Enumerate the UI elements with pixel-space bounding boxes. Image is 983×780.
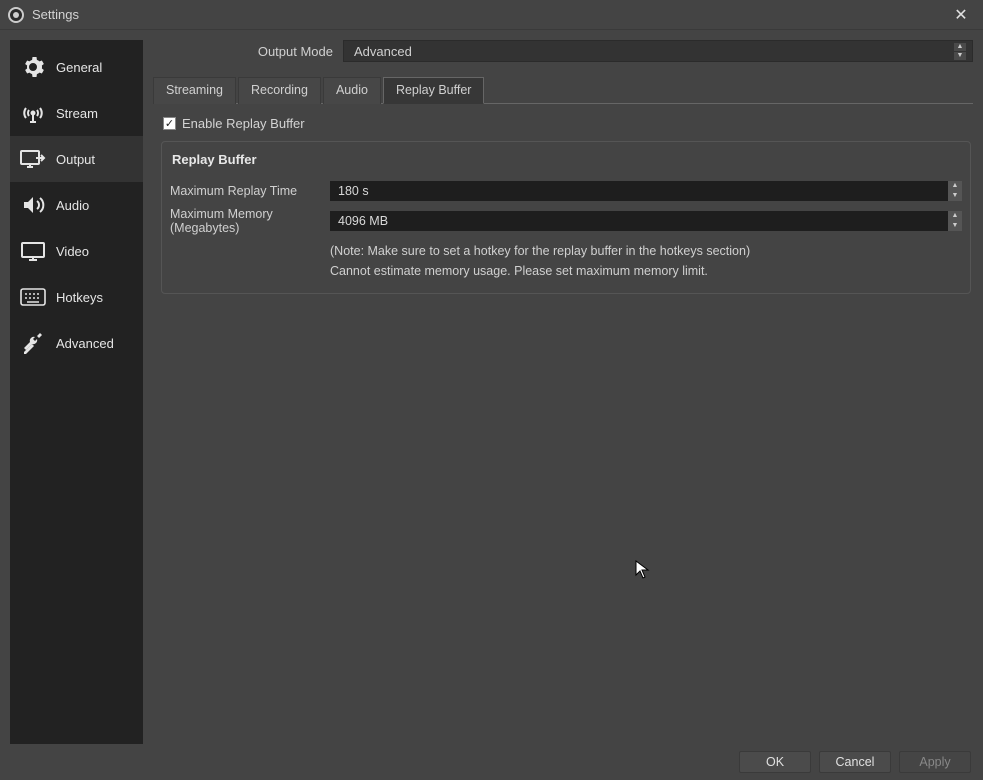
cancel-button[interactable]: Cancel — [819, 751, 891, 773]
max-replay-time-label: Maximum Replay Time — [170, 184, 322, 198]
obs-icon — [8, 7, 24, 23]
sidebar-item-advanced[interactable]: Advanced — [10, 320, 143, 366]
sidebar-item-label: General — [56, 60, 102, 75]
tab-streaming[interactable]: Streaming — [153, 77, 236, 104]
chevron-updown-icon: ▲▼ — [954, 43, 966, 60]
enable-replay-row[interactable]: ✓ Enable Replay Buffer — [161, 116, 971, 131]
speaker-icon — [20, 192, 46, 218]
max-memory-row: Maximum Memory (Megabytes) 4096 MB ▲▼ — [170, 207, 962, 235]
sidebar-item-label: Video — [56, 244, 89, 259]
spin-updown-icon[interactable]: ▲▼ — [948, 181, 962, 201]
replay-buffer-group: Replay Buffer Maximum Replay Time 180 s … — [161, 141, 971, 294]
monitor-icon — [20, 238, 46, 264]
sidebar-item-video[interactable]: Video — [10, 228, 143, 274]
output-mode-label: Output Mode — [153, 44, 333, 59]
antenna-icon — [20, 100, 46, 126]
settings-sidebar: General Stream Output Audio Video — [10, 40, 143, 744]
sidebar-item-label: Stream — [56, 106, 98, 121]
replay-note: (Note: Make sure to set a hotkey for the… — [330, 241, 962, 261]
output-icon — [20, 146, 46, 172]
replay-buffer-panel: ✓ Enable Replay Buffer Replay Buffer Max… — [153, 104, 973, 294]
output-mode-select[interactable]: Advanced ▲▼ — [343, 40, 973, 62]
sidebar-item-output[interactable]: Output — [10, 136, 143, 182]
sidebar-item-audio[interactable]: Audio — [10, 182, 143, 228]
ok-button[interactable]: OK — [739, 751, 811, 773]
close-button[interactable]: ✕ — [947, 5, 975, 25]
sidebar-item-label: Audio — [56, 198, 89, 213]
max-replay-time-input[interactable]: 180 s ▲▼ — [330, 181, 962, 201]
tab-audio[interactable]: Audio — [323, 77, 381, 104]
tab-recording[interactable]: Recording — [238, 77, 321, 104]
dialog-footer: OK Cancel Apply — [0, 744, 983, 780]
replay-buffer-group-title: Replay Buffer — [170, 152, 962, 181]
tab-replay-buffer[interactable]: Replay Buffer — [383, 77, 485, 104]
window-title: Settings — [32, 7, 79, 22]
max-memory-label: Maximum Memory (Megabytes) — [170, 207, 322, 235]
output-mode-value: Advanced — [354, 44, 412, 59]
titlebar: Settings ✕ — [0, 0, 983, 30]
enable-replay-label: Enable Replay Buffer — [182, 116, 305, 131]
gear-icon — [20, 54, 46, 80]
tools-icon — [20, 330, 46, 356]
keyboard-icon — [20, 284, 46, 310]
sidebar-item-label: Output — [56, 152, 95, 167]
output-tabs: Streaming Recording Audio Replay Buffer — [153, 76, 973, 104]
max-replay-time-value: 180 s — [338, 184, 369, 198]
sidebar-item-general[interactable]: General — [10, 44, 143, 90]
sidebar-item-hotkeys[interactable]: Hotkeys — [10, 274, 143, 320]
sidebar-item-label: Advanced — [56, 336, 114, 351]
settings-main: Output Mode Advanced ▲▼ Streaming Record… — [153, 40, 973, 744]
apply-button: Apply — [899, 751, 971, 773]
max-replay-time-row: Maximum Replay Time 180 s ▲▼ — [170, 181, 962, 201]
replay-note-block: (Note: Make sure to set a hotkey for the… — [170, 241, 962, 281]
sidebar-item-stream[interactable]: Stream — [10, 90, 143, 136]
enable-replay-checkbox[interactable]: ✓ — [163, 117, 176, 130]
max-memory-input[interactable]: 4096 MB ▲▼ — [330, 211, 962, 231]
max-memory-value: 4096 MB — [338, 214, 388, 228]
output-mode-row: Output Mode Advanced ▲▼ — [153, 40, 973, 76]
spin-updown-icon[interactable]: ▲▼ — [948, 211, 962, 231]
replay-warning: Cannot estimate memory usage. Please set… — [330, 261, 962, 281]
sidebar-item-label: Hotkeys — [56, 290, 103, 305]
